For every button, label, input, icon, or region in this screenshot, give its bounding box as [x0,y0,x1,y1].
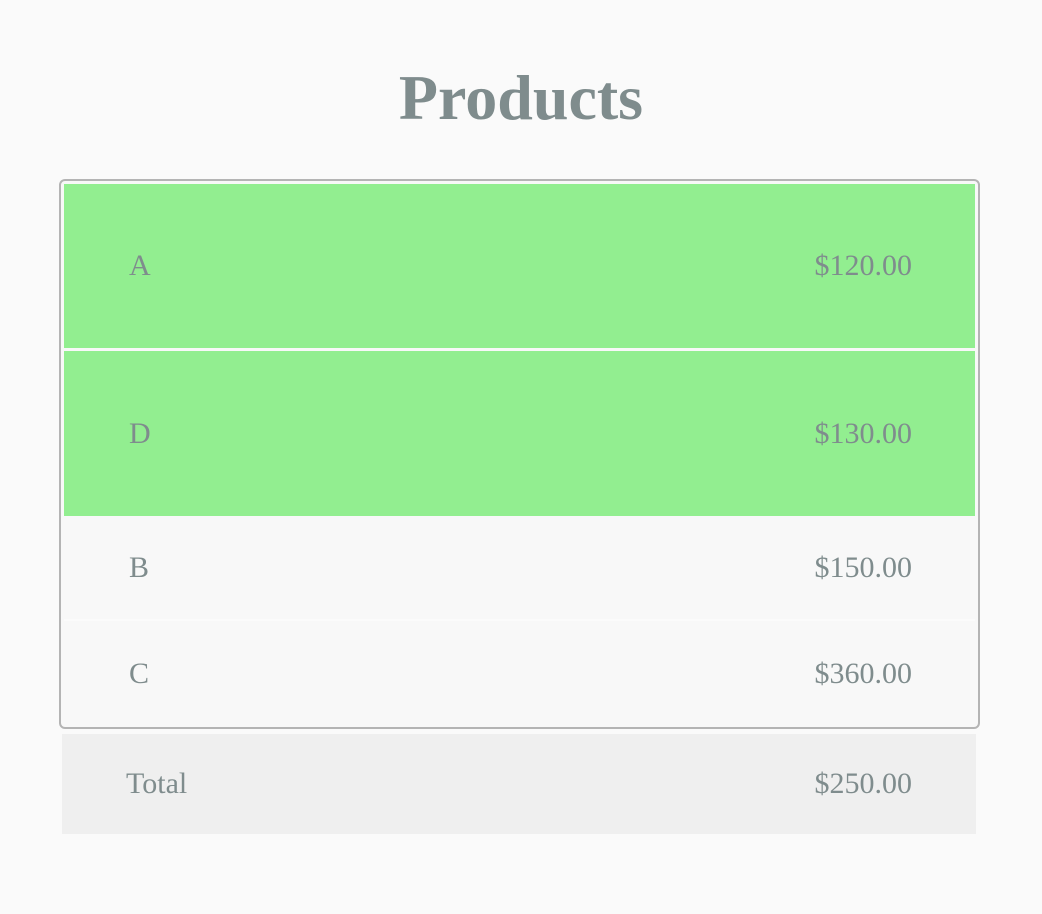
product-name: C [129,656,150,690]
product-row-b[interactable]: B $150.00 [64,517,975,621]
total-label: Total [126,767,188,800]
product-name: B [129,551,150,584]
product-price: $130.00 [814,416,913,450]
product-name: A [129,249,151,282]
product-table: A $120.00 D $130.00 B $150.00 C $360.00 [59,179,980,729]
page-title: Products [398,62,644,133]
product-price: $150.00 [814,551,913,584]
product-row-d[interactable]: D $130.00 [64,351,975,516]
product-name: D [129,416,151,450]
total-bar: Total $250.00 [62,734,976,834]
product-row-a[interactable]: A $120.00 [64,184,975,348]
product-row-c[interactable]: C $360.00 [64,623,975,724]
total-value: $250.00 [814,767,913,800]
product-price: $360.00 [814,656,913,690]
product-price: $120.00 [814,249,913,282]
